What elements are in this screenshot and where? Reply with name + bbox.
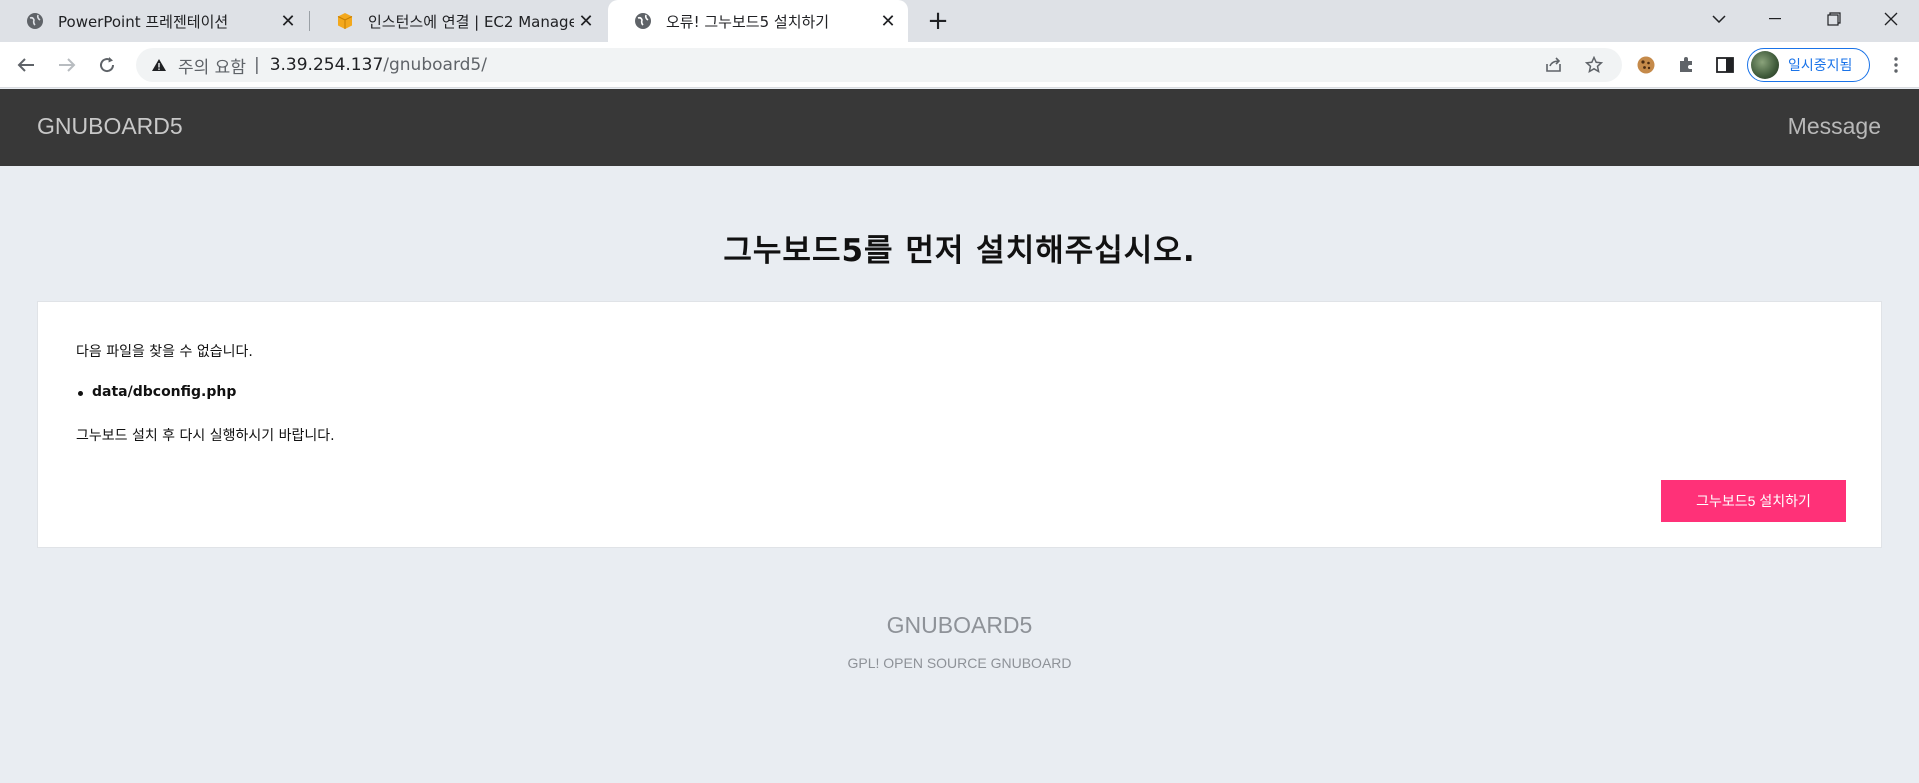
avatar [1751, 51, 1779, 79]
list-item: data/dbconfig.php [77, 384, 237, 400]
missing-file-message: 다음 파일을 찾을 수 없습니다. [76, 344, 253, 360]
close-icon[interactable]: ✕ [876, 9, 900, 33]
tab-title: PowerPoint 프레젠테이션 [58, 12, 229, 31]
window-close-button[interactable] [1863, 0, 1919, 38]
url-path: /gnuboard5/ [383, 55, 487, 75]
minimize-button[interactable] [1747, 0, 1803, 38]
footer-logo: GNUBOARD5 [886, 612, 1033, 638]
site-header: GNUBOARD5 Message [0, 89, 1919, 166]
missing-file-list: data/dbconfig.php [77, 384, 237, 400]
globe-icon [634, 12, 652, 30]
extensions-puzzle-icon[interactable] [1670, 49, 1702, 81]
address-bar[interactable]: 주의 요함 | 3.39.254.137/gnuboard5/ [136, 48, 1622, 82]
warning-triangle-icon[interactable] [150, 56, 168, 74]
message-link[interactable]: Message [1788, 113, 1881, 140]
tab-ec2[interactable]: 인스턴스에 연결 | EC2 Managem ✕ [310, 0, 606, 42]
tab-title: 인스턴스에 연결 | EC2 Managem [368, 12, 574, 31]
restore-button[interactable] [1806, 0, 1862, 38]
tab-install-error[interactable]: 오류! 그누보드5 설치하기 ✕ [608, 0, 908, 42]
install-button[interactable]: 그누보드5 설치하기 [1661, 480, 1846, 522]
page-title: 그누보드5를 먼저 설치해주십시오. [723, 233, 1196, 269]
profile-button[interactable]: 일시중지됨 [1747, 48, 1870, 82]
new-tab-button[interactable]: + [922, 5, 954, 37]
globe-icon [26, 12, 44, 30]
reload-icon[interactable] [91, 49, 123, 81]
browser-toolbar: 주의 요함 | 3.39.254.137/gnuboard5/ 일시중지됨 [0, 42, 1919, 88]
footer-subtitle: GPL! OPEN SOURCE GNUBOARD [847, 655, 1072, 671]
tab-strip: PowerPoint 프레젠테이션 ✕ 인스턴스에 연결 | EC2 Manag… [0, 0, 1919, 42]
security-status-label[interactable]: 주의 요함 [178, 53, 246, 78]
url-text[interactable]: 3.39.254.137/gnuboard5/ [270, 55, 487, 75]
tab-powerpoint[interactable]: PowerPoint 프레젠테이션 ✕ [0, 0, 308, 42]
omnibox-divider: | [253, 55, 260, 75]
install-notice-panel: 다음 파일을 찾을 수 없습니다. data/dbconfig.php 그누보드… [37, 301, 1882, 548]
aws-box-icon [336, 12, 354, 30]
site-logo[interactable]: GNUBOARD5 [37, 113, 183, 140]
profile-status-label: 일시중지됨 [1788, 58, 1853, 74]
bookmark-star-icon[interactable] [1578, 49, 1610, 81]
back-arrow-icon[interactable] [10, 49, 42, 81]
tab-search-chevron-icon[interactable] [1691, 0, 1747, 38]
close-icon[interactable]: ✕ [276, 9, 300, 33]
retry-message: 그누보드 설치 후 다시 실행하시기 바랍니다. [76, 428, 335, 444]
tab-title: 오류! 그누보드5 설치하기 [666, 12, 830, 31]
more-vertical-icon[interactable] [1880, 49, 1912, 81]
close-icon[interactable]: ✕ [574, 9, 598, 33]
side-panel-icon[interactable] [1709, 49, 1741, 81]
url-host: 3.39.254.137 [269, 55, 384, 75]
share-icon[interactable] [1538, 49, 1570, 81]
forward-arrow-icon[interactable] [51, 49, 83, 81]
cookie-extension-icon[interactable] [1630, 49, 1662, 81]
